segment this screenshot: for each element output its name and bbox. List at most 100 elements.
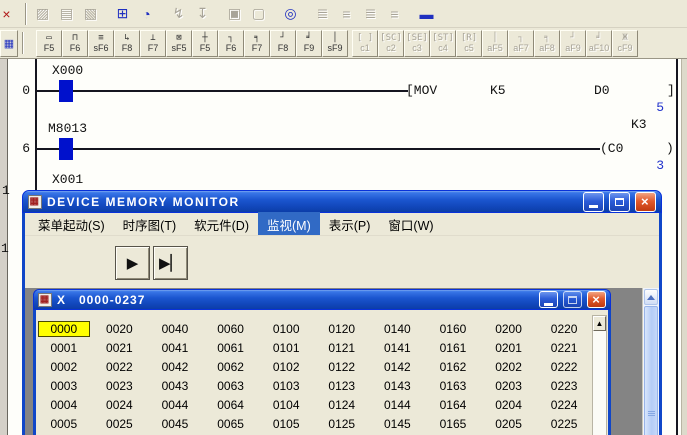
device-cell[interactable]: 0220 [536, 322, 592, 336]
device-cell[interactable]: 0022 [92, 360, 148, 374]
device-cell[interactable]: 0103 [258, 379, 314, 393]
device-cell[interactable]: 0221 [536, 341, 592, 355]
scrollbar-thumb[interactable] [644, 306, 658, 435]
device-cell[interactable]: 0122 [314, 360, 370, 374]
monitor-start-to-end-button[interactable]: ▶▏ [153, 246, 188, 280]
toolbar-button-ladder-block-2[interactable]: ≡ [335, 2, 358, 25]
device-scroll-up-button[interactable]: ▲ [593, 316, 606, 331]
device-cell[interactable]: 0202 [481, 360, 537, 374]
device-cell[interactable]: 0123 [314, 379, 370, 393]
maximize-button[interactable] [609, 192, 630, 212]
device-cell[interactable]: 0142 [370, 360, 426, 374]
menu-item-2[interactable]: 时序图(T) [114, 212, 185, 237]
device-cell-selected[interactable]: 0000 [36, 321, 92, 337]
device-cell[interactable]: 0164 [425, 398, 481, 412]
device-cell[interactable]: 0143 [370, 379, 426, 393]
ladder-tool-cF9[interactable]: ЖcF9 [612, 30, 638, 57]
device-cell[interactable]: 0101 [258, 341, 314, 355]
monitor-titlebar[interactable]: ▦ DEVICE MEMORY MONITOR × [22, 190, 662, 213]
toolbar-button-window-tile[interactable]: ▢ [247, 2, 270, 25]
device-cell[interactable]: 0160 [425, 322, 481, 336]
toolbar-button-find-monitor[interactable]: ◎ [279, 2, 302, 25]
ladder-tool-F6[interactable]: ⊓F6 [62, 30, 88, 57]
device-cell[interactable]: 0205 [481, 417, 537, 431]
device-cell[interactable]: 0044 [147, 398, 203, 412]
ladder-tool-c4[interactable]: [ST]c4 [430, 30, 456, 57]
scroll-up-button[interactable] [644, 289, 658, 305]
device-cell[interactable]: 0200 [481, 322, 537, 336]
menu-item-6[interactable]: 窗口(W) [379, 212, 442, 237]
ladder-tool-F6[interactable]: ┐F6 [218, 30, 244, 57]
ladder-tool-c2[interactable]: [SC]c2 [378, 30, 404, 57]
toolbar-button-ladder-block-1[interactable]: ≣ [311, 2, 334, 25]
ladder-tool-F7[interactable]: ╕F7 [244, 30, 270, 57]
device-cell[interactable]: 0062 [203, 360, 259, 374]
device-maximize-button[interactable] [563, 291, 582, 308]
device-cell[interactable]: 0064 [203, 398, 259, 412]
ladder-tool-partial[interactable]: ▦ [0, 30, 18, 57]
ladder-tool-aF7[interactable]: ┐aF7 [508, 30, 534, 57]
ladder-tool-aF8[interactable]: ╕aF8 [534, 30, 560, 57]
device-cell[interactable]: 0025 [92, 417, 148, 431]
ladder-tool-F9[interactable]: ╛F9 [296, 30, 322, 57]
device-cell[interactable]: 0161 [425, 341, 481, 355]
device-cell[interactable]: 0065 [203, 417, 259, 431]
device-cell[interactable]: 0041 [147, 341, 203, 355]
device-minimize-button[interactable] [539, 291, 558, 308]
device-cell[interactable]: 0125 [314, 417, 370, 431]
device-cell[interactable]: 0023 [92, 379, 148, 393]
device-cell[interactable]: 0140 [370, 322, 426, 336]
menu-item-5[interactable]: 表示(P) [320, 212, 380, 237]
toolbar-button-erase-tool[interactable]: ▧ [79, 2, 102, 25]
monitor-start-button[interactable]: ▶ [115, 246, 150, 280]
menu-item-3[interactable]: 软元件(D) [185, 212, 258, 237]
device-cell[interactable]: 0104 [258, 398, 314, 412]
device-cell[interactable]: 0003 [36, 379, 92, 393]
toolbar-button-ladder-block-4[interactable]: ≡ [383, 2, 406, 25]
device-cell[interactable]: 0224 [536, 398, 592, 412]
device-cell[interactable]: 0225 [536, 417, 592, 431]
ladder-tool-sF5[interactable]: ⊠sF5 [166, 30, 192, 57]
ladder-tool-c5[interactable]: [R]c5 [456, 30, 482, 57]
device-cell[interactable]: 0222 [536, 360, 592, 374]
ladder-tool-F7[interactable]: ⊥F7 [140, 30, 166, 57]
ladder-tool-F5[interactable]: ▭F5 [36, 30, 62, 57]
ladder-tool-aF5[interactable]: │aF5 [482, 30, 508, 57]
ladder-tool-sF6[interactable]: ≡sF6 [88, 30, 114, 57]
ladder-tool-aF10[interactable]: ╛aF10 [586, 30, 612, 57]
device-cell[interactable]: 0120 [314, 322, 370, 336]
device-cell[interactable]: 0100 [258, 322, 314, 336]
toolbar-button-ladder-block-3[interactable]: ≣ [359, 2, 382, 25]
ladder-tool-aF9[interactable]: ┘aF9 [560, 30, 586, 57]
toolbar-button-device-grid-monitor[interactable]: ⊞ [111, 2, 134, 25]
device-cell[interactable]: 0223 [536, 379, 592, 393]
device-cell[interactable]: 0060 [203, 322, 259, 336]
device-cell[interactable]: 0040 [147, 322, 203, 336]
ladder-tool-c1[interactable]: [ ]c1 [352, 30, 378, 57]
close-button[interactable]: × [635, 192, 656, 212]
ladder-scrollbar-strip[interactable] [681, 59, 687, 435]
device-cell[interactable]: 0004 [36, 398, 92, 412]
device-cell[interactable]: 0102 [258, 360, 314, 374]
device-cell[interactable]: 0043 [147, 379, 203, 393]
device-cell[interactable]: 0021 [92, 341, 148, 355]
device-cell[interactable]: 0145 [370, 417, 426, 431]
device-close-button[interactable]: × [587, 291, 606, 308]
toolbar-button-flash-write[interactable]: ↯ [167, 2, 190, 25]
toolbar-button-hatch-tool[interactable]: ▤ [55, 2, 78, 25]
menu-item-4[interactable]: 监视(M) [258, 212, 320, 237]
device-cell[interactable]: 0203 [481, 379, 537, 393]
toolbar-button-monitor-clock[interactable]: ◔ [135, 2, 158, 25]
monitor-vertical-scrollbar[interactable] [642, 288, 659, 435]
device-cell[interactable]: 0020 [92, 322, 148, 336]
device-cell[interactable]: 0165 [425, 417, 481, 431]
device-cell[interactable]: 0001 [36, 341, 92, 355]
device-cell[interactable]: 0042 [147, 360, 203, 374]
device-cell[interactable]: 0105 [258, 417, 314, 431]
device-cell[interactable]: 0124 [314, 398, 370, 412]
ladder-tool-F5[interactable]: ┼F5 [192, 30, 218, 57]
device-cell[interactable]: 0162 [425, 360, 481, 374]
menu-item-1[interactable]: 菜单起动(S) [29, 212, 114, 237]
device-cell[interactable]: 0063 [203, 379, 259, 393]
ladder-tool-F8[interactable]: ↳F8 [114, 30, 140, 57]
